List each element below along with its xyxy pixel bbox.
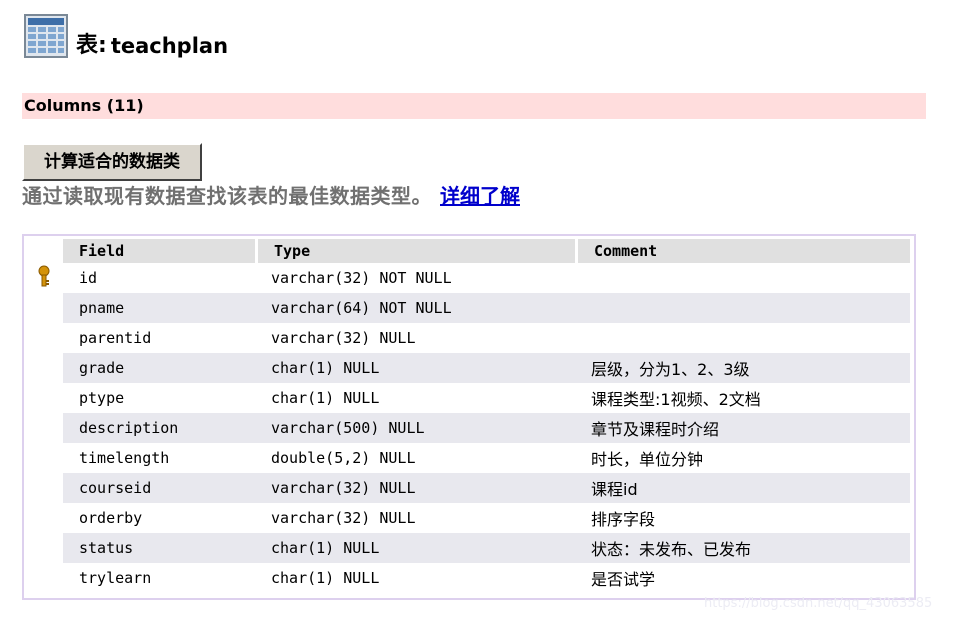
table-row[interactable]: orderby varchar(32) NULL 排序字段 xyxy=(28,503,910,533)
field-cell: description xyxy=(60,413,255,443)
calculate-optimal-types-button[interactable]: 计算适合的数据类 xyxy=(22,143,202,181)
comment-cell: 是否试学 xyxy=(591,570,656,589)
learn-more-link[interactable]: 详细了解 xyxy=(440,184,520,208)
columns-table: Field Type Comment id varchar(32) NOT NUL… xyxy=(22,234,916,600)
comment-cell: 排序字段 xyxy=(591,510,656,529)
type-cell: char(1) NULL xyxy=(255,353,575,383)
field-cell: timelength xyxy=(79,449,170,467)
type-cell: char(1) NULL xyxy=(271,569,380,587)
field-cell: grade xyxy=(60,353,255,383)
table-row[interactable]: grade char(1) NULL 层级，分为1、2、3级 xyxy=(28,353,910,383)
table-row[interactable]: pname varchar(64) NOT NULL xyxy=(28,293,910,323)
comment-column-header[interactable]: Comment xyxy=(575,239,910,263)
type-cell: varchar(32) NULL xyxy=(255,473,575,503)
type-cell: char(1) NULL xyxy=(255,533,575,563)
table-row[interactable]: parentid varchar(32) NULL xyxy=(28,323,910,353)
table-row[interactable]: status char(1) NULL 状态：未发布、已发布 xyxy=(28,533,910,563)
table-row[interactable]: id varchar(32) NOT NULL xyxy=(28,263,910,293)
type-cell: varchar(32) NULL xyxy=(271,329,416,347)
key-cell xyxy=(28,563,60,593)
field-cell: id xyxy=(79,269,98,287)
field-cell: orderby xyxy=(79,509,143,527)
field-cell: ptype xyxy=(79,389,125,407)
type-column-header[interactable]: Type xyxy=(255,239,575,263)
key-cell xyxy=(28,293,60,323)
table-row[interactable]: description varchar(500) NULL 章节及课程时介绍 xyxy=(28,413,910,443)
table-row[interactable]: trylearn char(1) NULL 是否试学 xyxy=(28,563,910,593)
page-title: teachplan xyxy=(110,34,229,58)
key-cell xyxy=(28,263,60,293)
table-row[interactable]: ptype char(1) NULL 课程类型:1视频、2文档 xyxy=(28,383,910,413)
key-cell xyxy=(28,533,60,563)
comment-cell: 课程id xyxy=(575,473,910,503)
comment-cell xyxy=(575,293,910,323)
field-cell: trylearn xyxy=(79,569,152,587)
key-cell xyxy=(28,353,60,383)
table-header-row: Field Type Comment xyxy=(28,239,910,263)
table-icon xyxy=(24,14,68,58)
page-header: 表: teachplan xyxy=(24,14,228,58)
key-cell xyxy=(28,413,60,443)
field-cell: status xyxy=(60,533,255,563)
type-cell: varchar(500) NULL xyxy=(255,413,575,443)
type-cell: varchar(32) NULL xyxy=(271,509,416,527)
comment-cell: 状态：未发布、已发布 xyxy=(575,533,910,563)
field-column-header[interactable]: Field xyxy=(60,239,255,263)
primary-key-icon xyxy=(38,265,50,287)
field-cell: pname xyxy=(60,293,255,323)
key-cell xyxy=(28,473,60,503)
title-prefix: 表: xyxy=(76,33,107,58)
key-cell xyxy=(28,323,60,353)
comment-cell: 章节及课程时介绍 xyxy=(575,413,910,443)
field-cell: parentid xyxy=(79,329,152,347)
comment-cell: 时长，单位分钟 xyxy=(591,450,704,469)
description-row: 通过读取现有数据查找该表的最佳数据类型。 详细了解 xyxy=(22,182,520,210)
comment-cell: 层级，分为1、2、3级 xyxy=(575,353,910,383)
table-row[interactable]: timelength double(5,2) NULL 时长，单位分钟 xyxy=(28,443,910,473)
key-cell xyxy=(28,503,60,533)
key-column-header xyxy=(28,239,60,263)
comment-cell xyxy=(575,263,910,293)
key-cell xyxy=(28,443,60,473)
table-row[interactable]: courseid varchar(32) NULL 课程id xyxy=(28,473,910,503)
type-cell: double(5,2) NULL xyxy=(271,449,416,467)
watermark: https://blog.csdn.net/qq_43063585 xyxy=(704,596,933,611)
field-cell: courseid xyxy=(60,473,255,503)
key-cell xyxy=(28,383,60,413)
description-text: 通过读取现有数据查找该表的最佳数据类型。 xyxy=(22,184,432,208)
comment-cell xyxy=(575,323,910,353)
type-cell: varchar(32) NOT NULL xyxy=(271,269,452,287)
comment-cell: 课程类型:1视频、2文档 xyxy=(591,390,761,409)
type-cell: varchar(64) NOT NULL xyxy=(255,293,575,323)
type-cell: char(1) NULL xyxy=(271,389,380,407)
columns-section-header[interactable]: Columns (11) xyxy=(22,93,926,119)
